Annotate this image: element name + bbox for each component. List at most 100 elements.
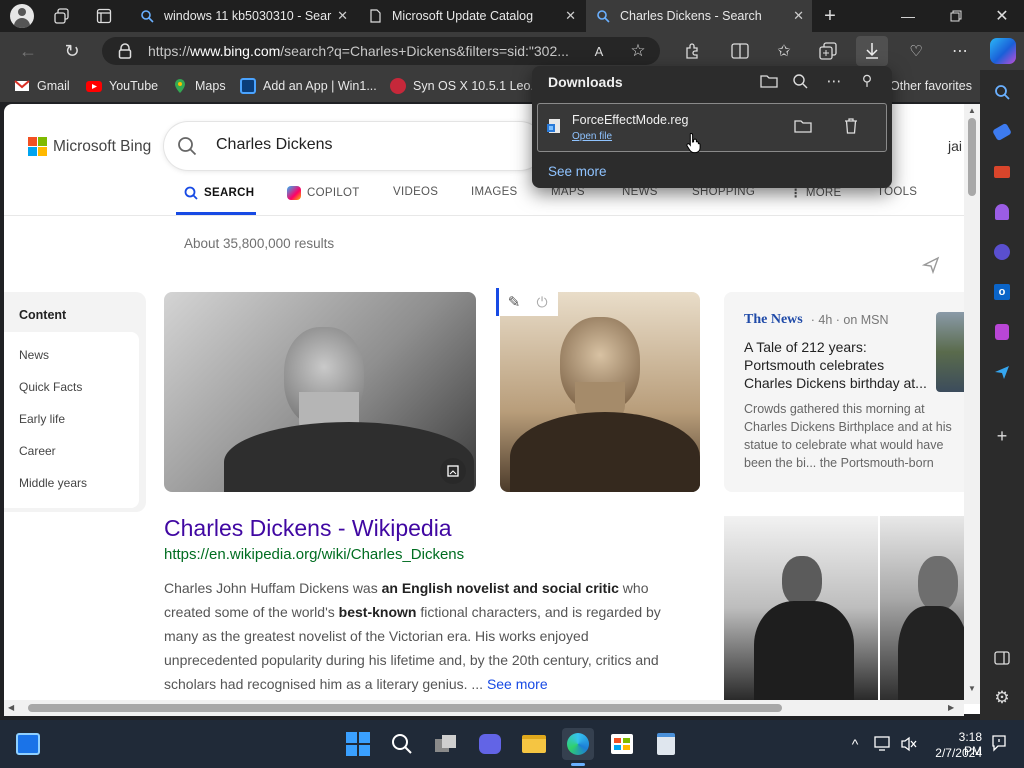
profile-avatar[interactable]: [10, 4, 34, 28]
tab-videos[interactable]: VIDEOS: [393, 186, 438, 198]
split-screen-icon[interactable]: [728, 40, 752, 62]
bing-logo[interactable]: Microsoft Bing: [28, 137, 151, 156]
refresh-icon[interactable]: ↻: [60, 40, 84, 62]
volume-muted-icon[interactable]: [900, 736, 918, 752]
lock-icon[interactable]: [118, 43, 132, 59]
dickens-photo-4[interactable]: [880, 516, 964, 700]
toc-item-news[interactable]: News: [19, 348, 49, 362]
add-sidebar-app-icon[interactable]: +: [990, 424, 1014, 448]
toc-item-early-life[interactable]: Early life: [19, 412, 65, 426]
copilot-icon[interactable]: [990, 38, 1016, 64]
send-icon[interactable]: [990, 360, 1014, 384]
toc-item-quick-facts[interactable]: Quick Facts: [19, 380, 82, 394]
favorites-icon[interactable]: ✩: [772, 40, 796, 62]
tab-actions-icon[interactable]: [94, 6, 114, 26]
close-tab-icon[interactable]: ✕: [793, 8, 804, 24]
tab-images[interactable]: IMAGES: [471, 186, 518, 198]
show-in-folder-icon[interactable]: [794, 118, 814, 136]
favorite-syn-os[interactable]: Syn OS X 10.5.1 Leo...: [390, 70, 541, 102]
close-tab-icon[interactable]: ✕: [565, 8, 576, 24]
shopping-tag-icon[interactable]: [990, 120, 1014, 144]
see-more-downloads-link[interactable]: See more: [548, 164, 607, 179]
tab-update-catalog[interactable]: Microsoft Update Catalog ✕: [358, 0, 584, 32]
search-icon[interactable]: [177, 136, 197, 156]
favorite-youtube[interactable]: YouTube: [86, 70, 158, 102]
search-icon[interactable]: [990, 80, 1014, 104]
new-tab-icon[interactable]: +: [818, 4, 842, 28]
visual-search-icon[interactable]: [440, 458, 466, 484]
dickens-photo-1[interactable]: [164, 292, 476, 492]
open-downloads-folder-icon[interactable]: [760, 73, 780, 91]
heartbeat-icon[interactable]: ♡: [904, 40, 928, 62]
close-window-icon[interactable]: ✕: [990, 6, 1014, 26]
download-item[interactable]: [537, 103, 887, 152]
toc-item-career[interactable]: Career: [19, 444, 56, 458]
edge-browser-icon[interactable]: [562, 728, 594, 760]
search-downloads-icon[interactable]: [792, 73, 812, 91]
start-windows-icon[interactable]: [342, 728, 374, 760]
minimize-icon[interactable]: —: [896, 6, 920, 26]
widgets-icon[interactable]: [12, 728, 44, 760]
dickens-photo-3[interactable]: [724, 516, 878, 700]
search-query[interactable]: Charles Dickens: [216, 136, 332, 154]
other-favorites[interactable]: Other favorites: [890, 70, 972, 102]
scroll-left-arrow-icon[interactable]: ◀: [8, 703, 18, 713]
result-url[interactable]: https://en.wikipedia.org/wiki/Charles_Di…: [164, 546, 464, 563]
restore-icon[interactable]: [944, 6, 968, 26]
see-more-link[interactable]: See more: [487, 676, 548, 692]
toc-item-middle-years[interactable]: Middle years: [19, 476, 87, 490]
scroll-right-arrow-icon[interactable]: ▶: [948, 703, 958, 713]
tab-copilot[interactable]: COPILOT: [287, 186, 360, 200]
games-icon[interactable]: [990, 200, 1014, 224]
open-file-link[interactable]: Open file: [572, 131, 612, 142]
result-title[interactable]: Charles Dickens - Wikipedia: [164, 515, 452, 542]
favorite-star-icon[interactable]: ☆: [626, 40, 650, 62]
horizontal-scroll-thumb[interactable]: [28, 704, 782, 712]
workspaces-icon[interactable]: [52, 6, 72, 26]
notepad-icon[interactable]: [650, 728, 682, 760]
task-view-icon[interactable]: [430, 728, 462, 760]
dickens-photo-2[interactable]: [500, 292, 700, 492]
network-icon[interactable]: [874, 736, 892, 752]
pin-icon[interactable]: ⚲: [858, 72, 876, 90]
feedback-icon[interactable]: [921, 256, 942, 276]
designer-icon[interactable]: [990, 320, 1014, 344]
tab-windows-update-search[interactable]: windows 11 kb5030310 - Sear ✕: [130, 0, 356, 32]
tab-more[interactable]: ⋮ MORE: [790, 186, 842, 200]
address-bar[interactable]: https://www.bing.com/search?q=Charles+Di…: [102, 37, 660, 65]
tools-icon[interactable]: [990, 160, 1014, 184]
more-options-icon[interactable]: ⋯: [824, 72, 844, 90]
clock-date[interactable]: 2/7/2024: [930, 746, 982, 760]
settings-gear-icon[interactable]: ⚙: [990, 686, 1014, 710]
news-thumbnail[interactable]: [936, 312, 964, 392]
close-tab-icon[interactable]: ✕: [337, 8, 348, 24]
back-icon[interactable]: ←: [16, 40, 40, 62]
vertical-scroll-thumb[interactable]: [968, 118, 976, 196]
teams-chat-icon[interactable]: [474, 728, 506, 760]
outlook-icon[interactable]: o: [990, 280, 1014, 304]
file-explorer-icon[interactable]: [518, 728, 550, 760]
show-hidden-icons-icon[interactable]: ^: [846, 734, 864, 754]
taskbar-search-icon[interactable]: [386, 728, 418, 760]
news-headline[interactable]: A Tale of 212 years: Portsmouth celebrat…: [744, 338, 930, 392]
favorite-maps[interactable]: Maps: [172, 70, 226, 102]
news-snippet: Crowds gathered this morning at Charles …: [744, 402, 952, 470]
tab-search[interactable]: SEARCH: [184, 186, 254, 200]
more-menu-icon[interactable]: ⋯: [948, 40, 972, 62]
scroll-up-arrow-icon[interactable]: ▲: [966, 106, 978, 116]
favorite-gmail[interactable]: Gmail: [14, 70, 70, 102]
user-name[interactable]: jai: [948, 138, 962, 154]
hide-sidebar-icon[interactable]: [990, 646, 1014, 670]
read-aloud-icon[interactable]: A: [588, 41, 610, 61]
copilot-sidebar-icon[interactable]: [990, 240, 1014, 264]
extensions-icon[interactable]: [680, 40, 704, 62]
favorite-add-an-app[interactable]: Add an App | Win1...: [240, 70, 377, 102]
delete-icon[interactable]: [843, 117, 861, 135]
pencil-icon[interactable]: ✎: [504, 292, 524, 312]
notifications-icon[interactable]: [990, 734, 1008, 754]
power-icon[interactable]: ⏻: [532, 292, 552, 312]
collections-icon[interactable]: [816, 40, 840, 62]
microsoft-store-icon[interactable]: [606, 728, 638, 760]
tab-charles-dickens[interactable]: Charles Dickens - Search ✕: [586, 0, 812, 32]
scroll-down-arrow-icon[interactable]: ▼: [966, 684, 978, 694]
